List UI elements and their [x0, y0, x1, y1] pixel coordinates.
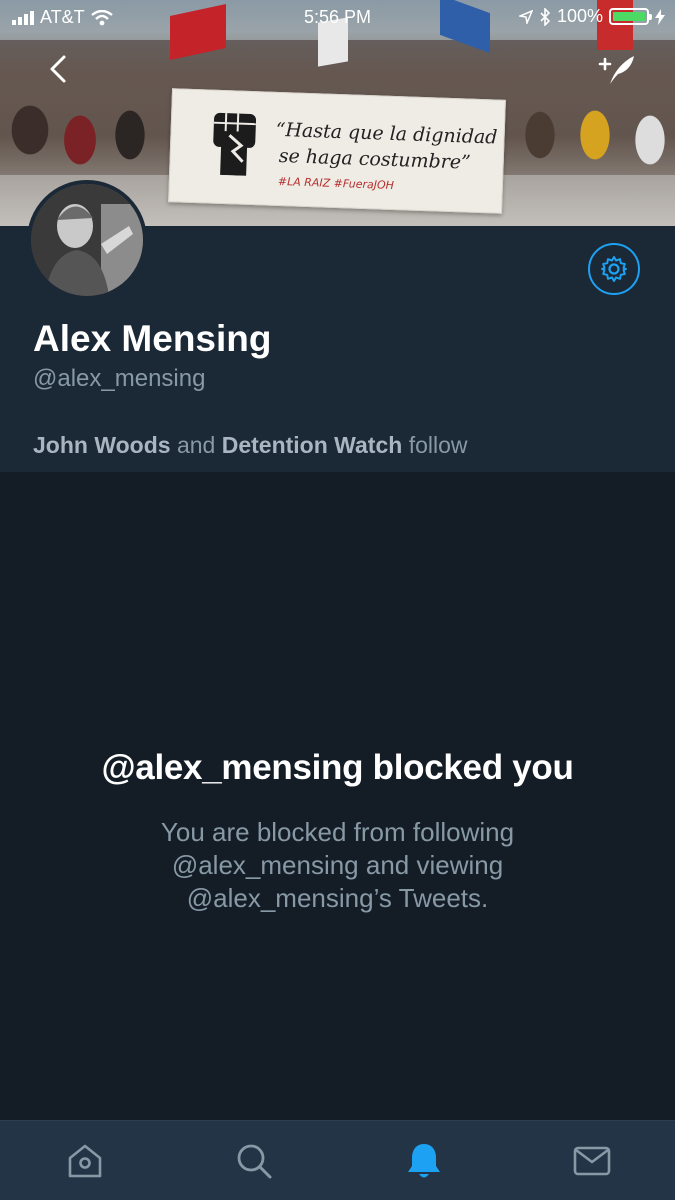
banner-text-line1: “Hasta que la dignidad	[275, 118, 498, 149]
battery-icon	[609, 8, 652, 25]
tab-bar	[0, 1120, 675, 1200]
bluetooth-icon	[540, 7, 551, 26]
messages-icon[interactable]	[572, 1141, 612, 1181]
charging-icon	[655, 8, 665, 25]
status-bar: AT&T 5:56 PM 100%	[0, 0, 675, 36]
follower-name-1[interactable]: John Woods	[33, 432, 171, 458]
gear-icon	[601, 256, 627, 282]
followed-by-and: and	[176, 432, 216, 458]
profile-handle: @alex_mensing	[33, 365, 206, 392]
battery-percent: 100%	[556, 6, 603, 26]
banner-hashtags: #LA RAIZ #FueraJOH	[277, 174, 395, 193]
notifications-icon[interactable]	[404, 1141, 444, 1181]
search-icon[interactable]	[234, 1141, 274, 1181]
protest-banner: “Hasta que la dignidad se haga costumbre…	[168, 88, 506, 214]
profile-name: Alex Mensing	[33, 318, 272, 359]
followed-by-suffix: follow	[408, 432, 468, 458]
blocked-line-3: @alex_mensing’s Tweets.	[186, 883, 489, 913]
avatar-photo	[31, 184, 143, 296]
location-icon	[518, 9, 533, 24]
home-icon[interactable]	[65, 1141, 105, 1181]
blocked-line-2: @alex_mensing and viewing	[171, 850, 504, 880]
blocked-title: @alex_mensing blocked you	[101, 748, 574, 787]
settings-button[interactable]	[588, 243, 640, 295]
follower-name-2[interactable]: Detention Watch	[222, 432, 403, 458]
blocked-description: You are blocked from following @alex_men…	[110, 816, 565, 915]
back-icon[interactable]	[44, 54, 74, 84]
banner-text-line2: se haga costumbre”	[278, 144, 472, 174]
raised-fist-icon	[213, 112, 257, 176]
compose-tweet-icon[interactable]	[596, 52, 636, 86]
blocked-line-1: You are blocked from following	[160, 817, 515, 847]
followed-by[interactable]: John Woods and Detention Watch follow	[33, 432, 468, 459]
avatar[interactable]	[27, 180, 147, 300]
